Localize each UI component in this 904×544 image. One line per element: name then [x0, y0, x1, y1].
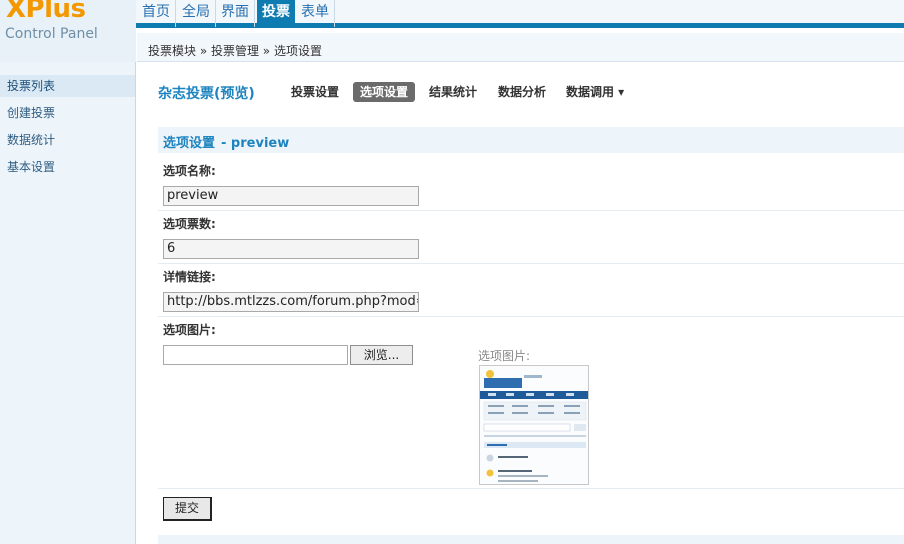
image-file-input[interactable] [163, 345, 348, 365]
top-nav: 首页 全局 界面 投票 表单 [136, 0, 904, 28]
votes-label: 选项票数: [163, 217, 216, 231]
option-image-preview [479, 365, 589, 485]
section-title: 选项设置 - preview [163, 132, 289, 151]
browse-button[interactable]: 浏览... [350, 345, 413, 365]
breadcrumb: 投票模块 » 投票管理 » 选项设置 [148, 44, 322, 58]
tab-vote-settings[interactable]: 投票设置 [284, 82, 346, 102]
sidebar-item-create-vote[interactable]: 创建投票 [0, 102, 135, 124]
tab-data-analysis[interactable]: 数据分析 [491, 82, 553, 102]
option-name-input[interactable]: preview [163, 186, 419, 206]
section-option-name: - preview [221, 136, 290, 151]
option-name-label: 选项名称: [163, 164, 216, 178]
header: XPlus Control Panel 首页 全局 界面 投票 表单 投票模块 … [0, 0, 904, 62]
thumbnail-icon [480, 366, 588, 484]
link-row: 详情链接: http://bbs.mtlzzs.com/forum.php?mo… [158, 264, 904, 317]
option-name-row: 选项名称: preview [158, 157, 904, 211]
image-label: 选项图片: [163, 323, 216, 337]
votes-input[interactable]: 6 [163, 239, 419, 259]
nav-global[interactable]: 全局 [177, 0, 216, 27]
logo-subtitle: Control Panel [5, 26, 98, 42]
nav-form[interactable]: 表单 [296, 0, 335, 27]
nav-home[interactable]: 首页 [137, 0, 176, 27]
logo[interactable]: XPlus Control Panel [0, 0, 136, 62]
sidebar-item-statistics[interactable]: 数据统计 [0, 129, 135, 151]
section-header: 选项设置 - preview [158, 127, 904, 153]
tab-result-stats[interactable]: 结果统计 [422, 82, 484, 102]
submit-button[interactable]: 提交 [163, 497, 212, 521]
link-label: 详情链接: [163, 270, 216, 284]
sidebar: 投票列表 创建投票 数据统计 基本设置 [0, 62, 136, 544]
page-title: 杂志投票(预览) [158, 86, 255, 102]
link-input[interactable]: http://bbs.mtlzzs.com/forum.php?mod=v [163, 292, 419, 312]
nav-interface[interactable]: 界面 [216, 0, 255, 27]
tab-data-call[interactable]: 数据调用 ▾ [559, 82, 631, 102]
breadcrumb-bar: 投票模块 » 投票管理 » 选项设置 [137, 33, 904, 62]
nav-vote[interactable]: 投票 [257, 0, 295, 27]
votes-row: 选项票数: 6 [158, 211, 904, 264]
logo-text: XPlus [6, 0, 86, 24]
sidebar-item-vote-list[interactable]: 投票列表 [0, 75, 135, 97]
sidebar-item-basic-settings[interactable]: 基本设置 [0, 156, 135, 178]
preview-label: 选项图片: [478, 349, 531, 363]
section-title-label: 选项设置 [163, 136, 216, 151]
main-content: 杂志投票(预览) 投票设置 选项设置 结果统计 数据分析 数据调用 ▾ 选项设置… [137, 63, 904, 544]
tab-option-settings[interactable]: 选项设置 [353, 82, 416, 102]
footer-band [158, 535, 904, 544]
